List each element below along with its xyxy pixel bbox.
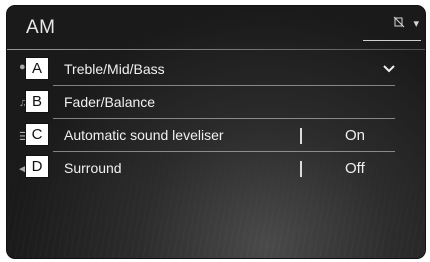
callout-a: A xyxy=(25,57,49,80)
callout-b: B xyxy=(25,90,49,113)
value-separator xyxy=(300,128,302,144)
row-divider xyxy=(53,85,395,86)
row-divider xyxy=(53,151,395,152)
callout-c: C xyxy=(25,123,49,146)
dropdown-arrow-icon[interactable]: ▾ xyxy=(413,17,419,30)
row-divider xyxy=(53,118,395,119)
callout-d: D xyxy=(25,155,49,178)
row-label: Surround xyxy=(64,160,122,176)
status-underline xyxy=(363,40,421,41)
title-divider xyxy=(7,49,425,50)
treble-mid-bass-row[interactable]: Treble/Mid/Bass xyxy=(19,56,401,84)
surround-value: Off xyxy=(345,160,365,177)
leveliser-value: On xyxy=(345,127,366,144)
row-label: Fader/Balance xyxy=(64,94,156,110)
chevron-down-icon[interactable] xyxy=(383,62,395,77)
fader-balance-row[interactable]: Fader/Balance xyxy=(19,89,401,117)
figure-frame: AM ▾ ● ♫ ☰ ◀ Treble/Mid/Bass Fader/Balan… xyxy=(0,0,430,262)
automatic-sound-leveliser-row[interactable]: Automatic sound leveliser On xyxy=(19,122,401,150)
status-area[interactable]: ▾ xyxy=(393,16,419,31)
page-title: AM xyxy=(26,17,56,38)
surround-row[interactable]: Surround Off xyxy=(19,155,401,183)
row-label: Automatic sound leveliser xyxy=(64,127,224,143)
value-separator xyxy=(300,161,302,177)
audio-settings-screen: AM ▾ ● ♫ ☰ ◀ Treble/Mid/Bass Fader/Balan… xyxy=(6,5,426,259)
row-label: Treble/Mid/Bass xyxy=(64,61,165,77)
no-signal-icon xyxy=(393,16,405,31)
